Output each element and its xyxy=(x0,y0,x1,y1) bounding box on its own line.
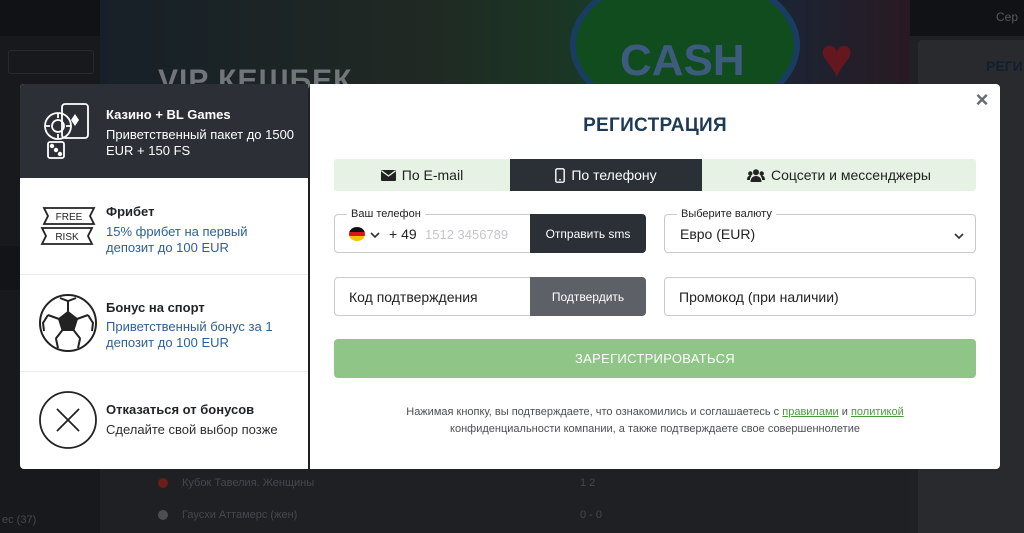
modal-title: РЕГИСТРАЦИЯ xyxy=(583,115,727,136)
tab-social[interactable]: Соцсети и мессенджеры xyxy=(702,159,976,191)
close-icon[interactable]: × xyxy=(972,89,992,111)
promo-code-field[interactable]: Промокод (при наличии) xyxy=(664,277,976,316)
bonus-description: Приветственный бонус за 1 депозит до 100… xyxy=(106,319,273,350)
bonus-title: Фрибет xyxy=(106,204,155,219)
bonus-option-sport[interactable]: Бонус на спорт Приветственный бонус за 1… xyxy=(20,275,308,372)
users-icon xyxy=(746,168,765,182)
bonus-option-freebet[interactable]: FREE RISK Фрибет 15% фрибет на первый де… xyxy=(20,178,308,275)
bonus-option-decline[interactable]: Отказаться от бонусов Сделайте свой выбо… xyxy=(20,372,308,469)
tab-label: По E-mail xyxy=(401,167,464,183)
dial-code: + 49 xyxy=(389,226,417,242)
policy-link[interactable]: политикой xyxy=(851,406,904,418)
rules-link[interactable]: правилами xyxy=(782,406,838,418)
registration-tabs: По E-mail По телефону Соцсети и мессендж… xyxy=(334,159,976,191)
tab-label: По телефону xyxy=(571,167,657,183)
envelope-icon xyxy=(380,169,396,181)
legal-text: конфиденциальности компании, а также под… xyxy=(450,423,860,435)
phone-input[interactable] xyxy=(425,223,535,245)
tab-email[interactable]: По E-mail xyxy=(334,159,510,191)
svg-text:RISK: RISK xyxy=(55,232,79,243)
registration-modal: × РЕГИСТРАЦИЯ По E-mail По телефону Соцс… xyxy=(310,84,1000,469)
free-risk-ticket-icon: FREE RISK xyxy=(38,196,98,256)
phone-label: Ваш телефон xyxy=(347,208,425,220)
bonus-title: Бонус на спорт xyxy=(106,300,205,315)
register-button[interactable]: ЗАРЕГИСТРИРОВАТЬСЯ xyxy=(334,339,976,378)
currency-select[interactable]: Выберите валюту Евро (EUR) xyxy=(664,208,976,253)
bonus-title: Отказаться от бонусов xyxy=(106,402,255,417)
confirmation-code-placeholder: Код подтверждения xyxy=(349,289,478,305)
legal-text: и xyxy=(841,406,848,418)
legal-notice: Нажимая кнопку, вы подтверждаете, что оз… xyxy=(350,404,960,438)
tab-phone[interactable]: По телефону xyxy=(510,159,702,191)
bonus-description: Сделайте свой выбор позже xyxy=(106,422,278,437)
phone-icon xyxy=(555,167,566,183)
confirmation-code-field[interactable]: Код подтверждения Подтвердить xyxy=(334,277,646,316)
confirm-button[interactable]: Подтвердить xyxy=(530,277,646,316)
bonus-description: 15% фрибет на первый депозит до 100 EUR xyxy=(106,224,248,255)
chevron-down-icon[interactable] xyxy=(369,228,381,240)
currency-label: Выберите валюту xyxy=(677,208,776,220)
bonus-title: Казино + BL Games xyxy=(106,107,231,122)
bonus-option-casino[interactable]: Казино + BL Games Приветственный пакет д… xyxy=(20,84,308,178)
bonus-description: Приветственный пакет до 1500 EUR + 150 F… xyxy=(106,127,295,158)
promo-code-placeholder: Промокод (при наличии) xyxy=(679,289,839,305)
send-sms-button[interactable]: Отправить sms xyxy=(530,214,646,253)
currency-value: Евро (EUR) xyxy=(680,226,756,242)
germany-flag-icon[interactable] xyxy=(349,227,365,241)
decline-x-icon xyxy=(38,390,98,450)
chevron-down-icon xyxy=(953,229,965,241)
legal-text: Нажимая кнопку, вы подтверждаете, что оз… xyxy=(406,406,780,418)
tab-label: Соцсети и мессенджеры xyxy=(770,167,931,183)
phone-field: Ваш телефон + 49 Отправить sms xyxy=(334,208,646,253)
svg-text:FREE: FREE xyxy=(56,212,83,223)
soccer-ball-icon xyxy=(38,293,98,353)
casino-chips-icon xyxy=(38,100,98,160)
bonus-panel: Казино + BL Games Приветственный пакет д… xyxy=(20,84,308,469)
